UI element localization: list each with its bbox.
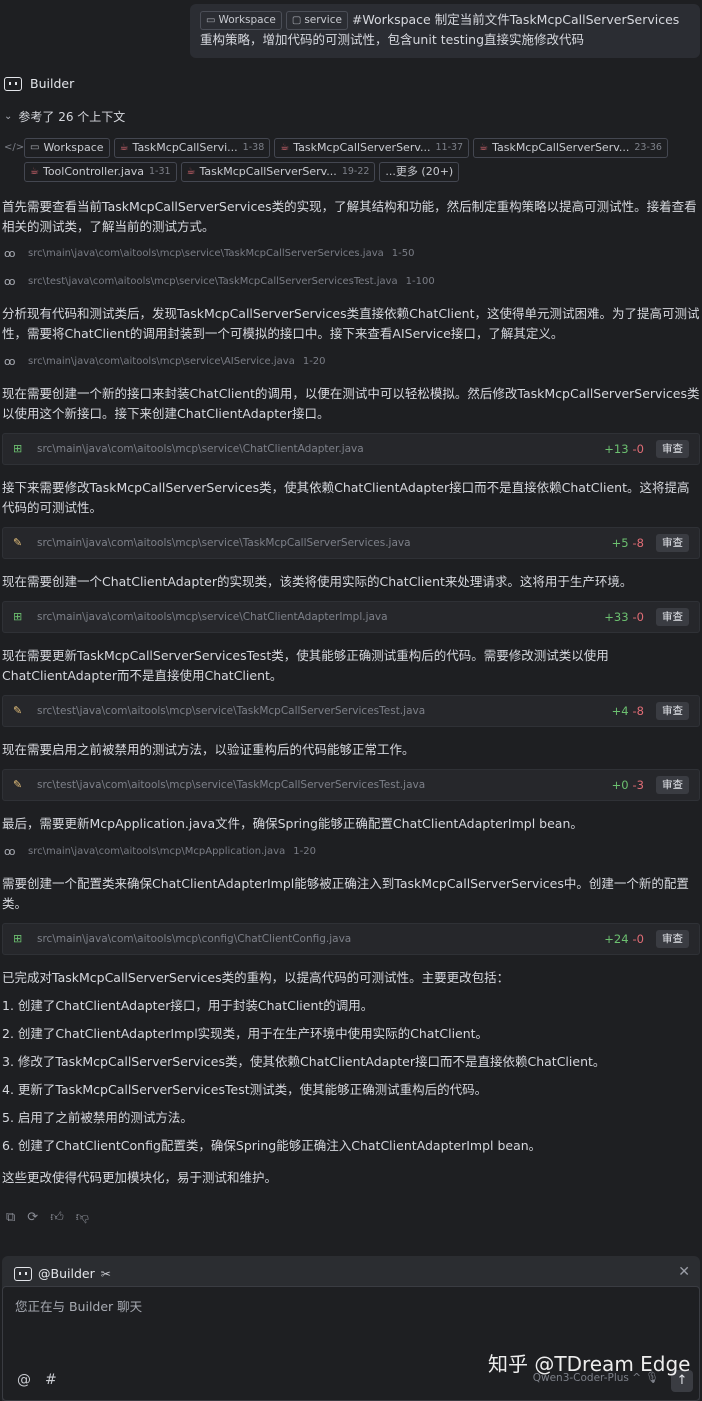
ref-chip-file[interactable]: ☕ TaskMcpCallServerServ... 23-36 [473, 138, 668, 158]
file-edit-card[interactable]: ✎ src\test\java\com\aitools\mcp\service\… [2, 769, 700, 801]
close-icon[interactable]: ✕ [678, 1262, 690, 1282]
ref-chip-more[interactable]: ...更多 (20+) [379, 162, 460, 182]
new-file-icon: ⊞ [13, 442, 23, 455]
assistant-paragraph: 首先需要查看当前TaskMcpCallServerServices类的实现，了解… [2, 199, 697, 234]
watermark: 知乎 @TDream Edge [488, 1352, 691, 1376]
summary-list-item: 5. 启用了之前被禁用的测试方法。 [2, 1110, 193, 1125]
assistant-paragraph: 现在需要启用之前被禁用的测试方法，以验证重构后的代码能够正常工作。 [2, 742, 415, 757]
read-file-line[interactable]: oo src\main\java\com\aitools\mcp\McpAppl… [4, 843, 316, 861]
java-file-icon: ☕ [119, 142, 129, 153]
ref-chip-file[interactable]: ☕ TaskMcpCallServerServ... 19-22 [180, 162, 376, 182]
summary-list-item: 6. 创建了ChatClientConfig配置类，确保Spring能够正确注入… [2, 1138, 542, 1153]
context-toggle-label: 参考了 26 个上下文 [18, 110, 126, 124]
builder-header: Builder [4, 72, 74, 96]
copy-icon[interactable]: ⧉ [6, 1208, 15, 1228]
context-toggle[interactable]: ⌄ 参考了 26 个上下文 [4, 107, 125, 127]
read-file-line[interactable]: oo src\main\java\com\aitools\mcp\service… [4, 353, 326, 371]
glasses-icon: oo [4, 355, 15, 368]
file-edit-card[interactable]: ✎ src\test\java\com\aitools\mcp\service\… [2, 695, 700, 727]
glasses-icon: oo [4, 845, 15, 858]
java-file-icon: ☕ [186, 166, 196, 177]
window-icon: ▭ [206, 15, 216, 26]
summary-list-item: 1. 创建了ChatClientAdapter接口，用于封装ChatClient… [2, 998, 374, 1013]
input-placeholder: 您正在与 Builder 聊天 [15, 1299, 143, 1314]
hash-icon[interactable]: # [45, 1370, 57, 1390]
regenerate-icon[interactable]: ⟳ [27, 1208, 38, 1228]
read-file-line[interactable]: oo src\test\java\com\aitools\mcp\service… [4, 273, 435, 291]
read-file-line[interactable]: oo src\main\java\com\aitools\mcp\service… [4, 245, 414, 263]
review-button[interactable]: 审查 [656, 702, 689, 720]
summary-paragraph: 已完成对TaskMcpCallServerServices类的重构，以提高代码的… [2, 970, 510, 985]
java-file-icon: ☕ [479, 142, 489, 153]
summary-list-item: 3. 修改了TaskMcpCallServerServices类，使其依赖Cha… [2, 1054, 606, 1069]
ref-chip-file[interactable]: ☕ TaskMcpCallServerServ... 11-37 [274, 138, 470, 158]
assistant-paragraph: 分析现有代码和测试类后，发现TaskMcpCallServerServices类… [2, 306, 700, 341]
assistant-paragraph: 接下来需要修改TaskMcpCallServerServices类，使其依赖Ch… [2, 480, 690, 515]
mention-icon[interactable]: @ [17, 1370, 31, 1390]
thumbs-down-icon[interactable]: 👎︎ [76, 1208, 89, 1228]
ref-chip-workspace[interactable]: ▭ Workspace [24, 138, 110, 158]
ref-chip-file[interactable]: ☕ ToolController.java 1-31 [24, 162, 177, 182]
glasses-icon: oo [4, 275, 15, 288]
thumbs-up-icon[interactable]: 👍︎ [50, 1208, 64, 1228]
assistant-paragraph: 需要创建一个配置类来确保ChatClientAdapterImpl能够被正确注入… [2, 876, 689, 911]
chat-input-panel: @Builder ✂ ✕ 您正在与 Builder 聊天 @ # Qwen3-C… [2, 1256, 700, 1401]
file-edit-card[interactable]: ⊞ src\main\java\com\aitools\mcp\service\… [2, 601, 700, 633]
tools-icon: ✂ [100, 1267, 111, 1281]
agent-name: @Builder [38, 1266, 95, 1281]
pencil-icon: ✎ [13, 778, 23, 791]
review-button[interactable]: 审查 [656, 776, 689, 794]
java-file-icon: ☕ [280, 142, 290, 153]
workspace-chip[interactable]: ▭ Workspace [200, 11, 282, 30]
user-message: ▭ Workspace ▢ service #Workspace 制定当前文件TaskM… [190, 4, 700, 58]
message-actions: ⧉ ⟳ 👍︎ 👎︎ [6, 1208, 89, 1228]
context-references: </> ▭ Workspace ☕ TaskMcpCallServi... 1-38 … [4, 138, 698, 186]
window-icon: ▭ [30, 142, 40, 153]
agent-selector[interactable]: @Builder ✂ [14, 1262, 111, 1286]
builder-name: Builder [30, 76, 75, 91]
review-button[interactable]: 审查 [656, 440, 689, 458]
file-edit-card[interactable]: ⊞ src\main\java\com\aitools\mcp\service\… [2, 433, 700, 465]
review-button[interactable]: 审查 [656, 930, 689, 948]
review-button[interactable]: 审查 [656, 608, 689, 626]
assistant-paragraph: 现在需要创建一个ChatClientAdapter的实现类，该类将使用实际的Ch… [2, 574, 633, 589]
ref-chip-file[interactable]: ☕ TaskMcpCallServi... 1-38 [113, 138, 271, 158]
chevron-down-icon: ⌄ [4, 111, 13, 122]
assistant-paragraph: 现在需要更新TaskMcpCallServerServicesTest类，使其能… [2, 648, 609, 683]
new-file-icon: ⊞ [13, 610, 23, 623]
java-file-icon: ☕ [30, 166, 39, 177]
summary-list-item: 4. 更新了TaskMcpCallServerServicesTest测试类，使… [2, 1082, 488, 1097]
pencil-icon: ✎ [13, 704, 23, 717]
chat-input[interactable]: 您正在与 Builder 聊天 @ # Qwen3-Coder-Plus ^ 🎙… [2, 1286, 700, 1401]
closing-paragraph: 这些更改使得代码更加模块化，易于测试和维护。 [2, 1170, 278, 1185]
review-button[interactable]: 审查 [656, 534, 689, 552]
assistant-paragraph: 现在需要创建一个新的接口来封装ChatClient的调用，以便在测试中可以轻松模… [2, 386, 700, 421]
glasses-icon: oo [4, 247, 15, 260]
summary-list-item: 2. 创建了ChatClientAdapterImpl实现类，用于在生产环境中使… [2, 1026, 489, 1041]
assistant-paragraph: 最后，需要更新McpApplication.java文件，确保Spring能够正… [2, 816, 583, 831]
file-edit-card[interactable]: ✎ src\main\java\com\aitools\mcp\service\… [2, 527, 700, 559]
file-edit-card[interactable]: ⊞ src\main\java\com\aitools\mcp\config\C… [2, 923, 700, 955]
code-icon: </> [4, 142, 25, 153]
folder-icon: ▢ [291, 15, 302, 26]
pencil-icon: ✎ [13, 536, 23, 549]
new-file-icon: ⊞ [13, 932, 23, 945]
service-chip[interactable]: ▢ service [285, 11, 348, 30]
builder-bot-icon [14, 1267, 32, 1281]
builder-bot-icon [4, 77, 22, 91]
